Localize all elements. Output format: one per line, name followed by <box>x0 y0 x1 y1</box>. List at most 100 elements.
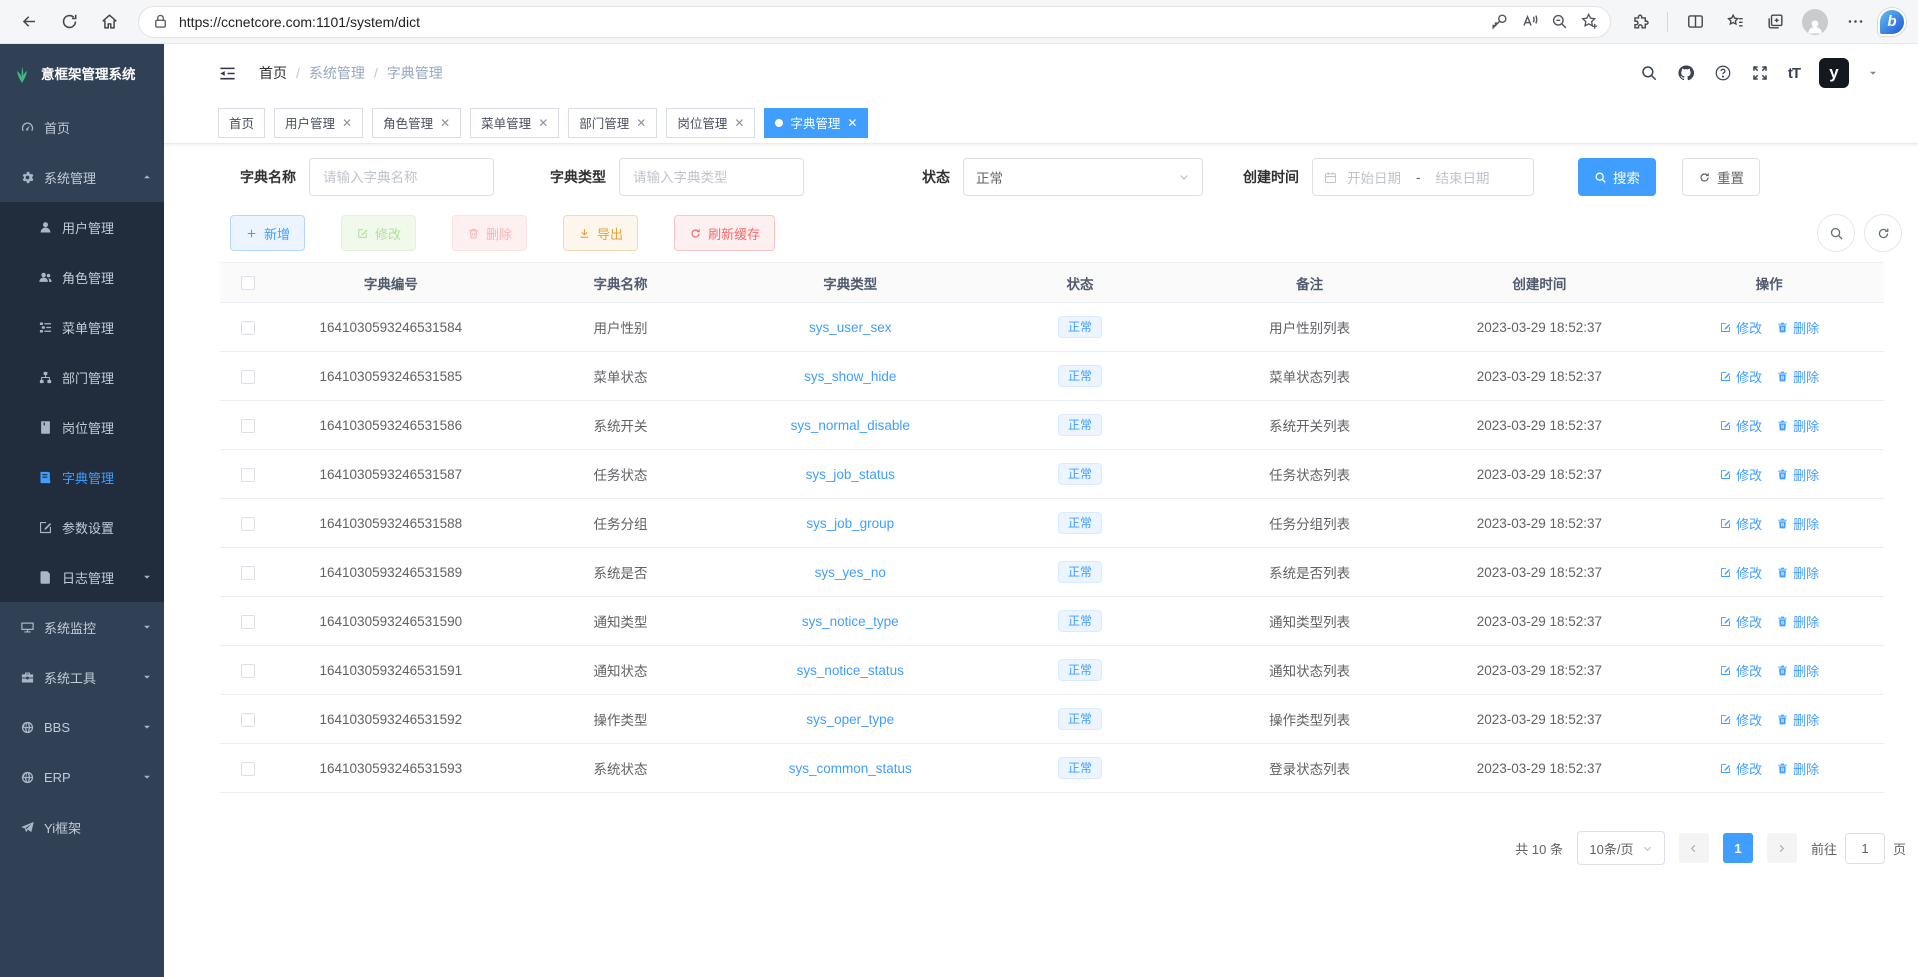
refresh-icon[interactable] <box>52 5 86 39</box>
row-checkbox[interactable] <box>241 321 255 335</box>
zoom-out-icon[interactable] <box>1544 8 1574 36</box>
select-all-checkbox[interactable] <box>241 276 255 290</box>
dict-type-link[interactable]: sys_notice_type <box>802 614 899 629</box>
sidebar-item-item[interactable]: 字典管理 <box>0 452 164 502</box>
tab-item[interactable]: 岗位管理✕ <box>666 108 755 138</box>
search-button[interactable]: 搜索 <box>1578 158 1656 196</box>
row-edit-link[interactable]: 修改 <box>1719 465 1762 484</box>
dict-type-link[interactable]: sys_show_hide <box>804 369 896 384</box>
sidebar-item-item[interactable]: 用户管理 <box>0 202 164 252</box>
tab-item[interactable]: 菜单管理✕ <box>470 108 559 138</box>
next-page-button[interactable] <box>1767 833 1797 863</box>
row-edit-link[interactable]: 修改 <box>1719 514 1762 533</box>
goto-page-input[interactable] <box>1845 833 1885 864</box>
row-checkbox[interactable] <box>241 615 255 629</box>
close-icon[interactable]: ✕ <box>636 117 646 129</box>
row-checkbox[interactable] <box>241 517 255 531</box>
status-select[interactable]: 正常 <box>963 158 1203 196</box>
row-edit-link[interactable]: 修改 <box>1719 612 1762 631</box>
dict-type-link[interactable]: sys_job_status <box>806 467 895 482</box>
split-screen-icon[interactable] <box>1678 5 1712 39</box>
sidebar-item-bbs[interactable]: BBS <box>0 702 164 752</box>
close-icon[interactable]: ✕ <box>847 117 857 129</box>
dict-type-input[interactable] <box>619 158 804 196</box>
breadcrumb-home[interactable]: 首页 <box>259 63 287 83</box>
copilot-icon[interactable]: b <box>1878 8 1906 36</box>
row-checkbox[interactable] <box>241 468 255 482</box>
url-text[interactable]: https://ccnetcore.com:1101/system/dict <box>179 14 1484 30</box>
sidebar-item-item[interactable]: 岗位管理 <box>0 402 164 452</box>
sidebar-item-item[interactable]: 角色管理 <box>0 252 164 302</box>
row-checkbox[interactable] <box>241 664 255 678</box>
address-bar[interactable]: https://ccnetcore.com:1101/system/dict <box>138 6 1611 38</box>
add-button[interactable]: 新增 <box>230 215 305 251</box>
avatar-caret-icon[interactable] <box>1868 68 1878 78</box>
dict-name-input[interactable] <box>309 158 494 196</box>
reset-button[interactable]: 重置 <box>1682 158 1760 196</box>
row-edit-link[interactable]: 修改 <box>1719 416 1762 435</box>
collections-icon[interactable] <box>1758 5 1792 39</box>
row-delete-link[interactable]: 删除 <box>1776 710 1819 729</box>
search-icon[interactable] <box>1640 64 1658 82</box>
dict-type-link[interactable]: sys_normal_disable <box>791 418 910 433</box>
read-aloud-icon[interactable] <box>1514 8 1544 36</box>
sidebar-item-item[interactable]: 首页 <box>0 102 164 152</box>
close-icon[interactable]: ✕ <box>734 117 744 129</box>
row-delete-link[interactable]: 删除 <box>1776 514 1819 533</box>
font-size-icon[interactable]: tT <box>1788 65 1800 82</box>
home-icon[interactable] <box>92 5 126 39</box>
page-size-select[interactable]: 10条/页 <box>1577 831 1665 865</box>
profile-avatar[interactable] <box>1798 5 1832 39</box>
dict-type-link[interactable]: sys_job_group <box>806 516 894 531</box>
sidebar-item-item[interactable]: 日志管理 <box>0 552 164 602</box>
refresh-cache-button[interactable]: 刷新缓存 <box>674 215 775 251</box>
app-logo[interactable]: 意框架管理系统 <box>0 44 164 102</box>
row-edit-link[interactable]: 修改 <box>1719 710 1762 729</box>
sidebar-item-item[interactable]: 系统监控 <box>0 602 164 652</box>
row-checkbox[interactable] <box>241 762 255 776</box>
sidebar-item-item[interactable]: 参数设置 <box>0 502 164 552</box>
password-key-icon[interactable] <box>1484 8 1514 36</box>
edit-button[interactable]: 修改 <box>341 215 416 251</box>
row-delete-link[interactable]: 删除 <box>1776 612 1819 631</box>
row-checkbox[interactable] <box>241 370 255 384</box>
tab-item[interactable]: 首页 <box>218 108 265 138</box>
sidebar-item-item[interactable]: 系统工具 <box>0 652 164 702</box>
toggle-search-button[interactable] <box>1817 214 1855 252</box>
favorites-bar-icon[interactable] <box>1718 5 1752 39</box>
refresh-table-button[interactable] <box>1864 214 1902 252</box>
extensions-icon[interactable] <box>1623 5 1657 39</box>
sidebar-item-erp[interactable]: ERP <box>0 752 164 802</box>
dict-type-link[interactable]: sys_common_status <box>789 761 912 776</box>
user-avatar[interactable]: y <box>1819 58 1849 88</box>
github-icon[interactable] <box>1677 64 1695 82</box>
row-edit-link[interactable]: 修改 <box>1719 318 1762 337</box>
back-icon[interactable] <box>12 5 46 39</box>
close-icon[interactable]: ✕ <box>440 117 450 129</box>
date-range-picker[interactable]: 开始日期 - 结束日期 <box>1312 158 1534 196</box>
sidebar-fold-icon[interactable] <box>218 64 237 83</box>
row-checkbox[interactable] <box>241 566 255 580</box>
dict-type-link[interactable]: sys_user_sex <box>809 320 892 335</box>
row-delete-link[interactable]: 删除 <box>1776 318 1819 337</box>
tab-item[interactable]: 角色管理✕ <box>372 108 461 138</box>
more-menu-icon[interactable] <box>1838 5 1872 39</box>
row-delete-link[interactable]: 删除 <box>1776 465 1819 484</box>
row-edit-link[interactable]: 修改 <box>1719 367 1762 386</box>
dict-type-link[interactable]: sys_notice_status <box>797 663 904 678</box>
row-edit-link[interactable]: 修改 <box>1719 759 1762 778</box>
close-icon[interactable]: ✕ <box>342 117 352 129</box>
fullscreen-icon[interactable] <box>1751 64 1769 82</box>
favorites-add-icon[interactable] <box>1574 8 1604 36</box>
row-delete-link[interactable]: 删除 <box>1776 661 1819 680</box>
row-delete-link[interactable]: 删除 <box>1776 367 1819 386</box>
sidebar-item-item[interactable]: 菜单管理 <box>0 302 164 352</box>
row-checkbox[interactable] <box>241 713 255 727</box>
row-delete-link[interactable]: 删除 <box>1776 759 1819 778</box>
tab-item[interactable]: 部门管理✕ <box>568 108 657 138</box>
page-number-button[interactable]: 1 <box>1723 833 1753 863</box>
row-delete-link[interactable]: 删除 <box>1776 416 1819 435</box>
prev-page-button[interactable] <box>1679 833 1709 863</box>
export-button[interactable]: 导出 <box>563 215 638 251</box>
dict-type-link[interactable]: sys_yes_no <box>815 565 886 580</box>
